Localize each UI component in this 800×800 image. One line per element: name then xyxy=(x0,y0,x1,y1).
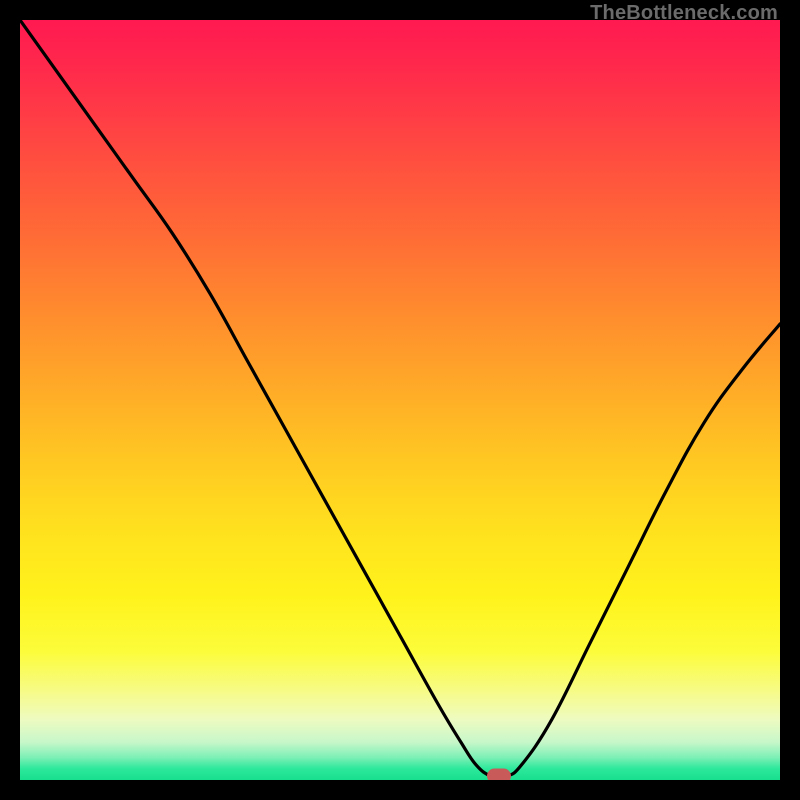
plot-area xyxy=(20,20,780,780)
chart-stage: TheBottleneck.com xyxy=(0,0,800,800)
watermark-text: TheBottleneck.com xyxy=(590,2,778,25)
min-marker xyxy=(487,769,511,780)
bottleneck-curve xyxy=(20,20,780,780)
